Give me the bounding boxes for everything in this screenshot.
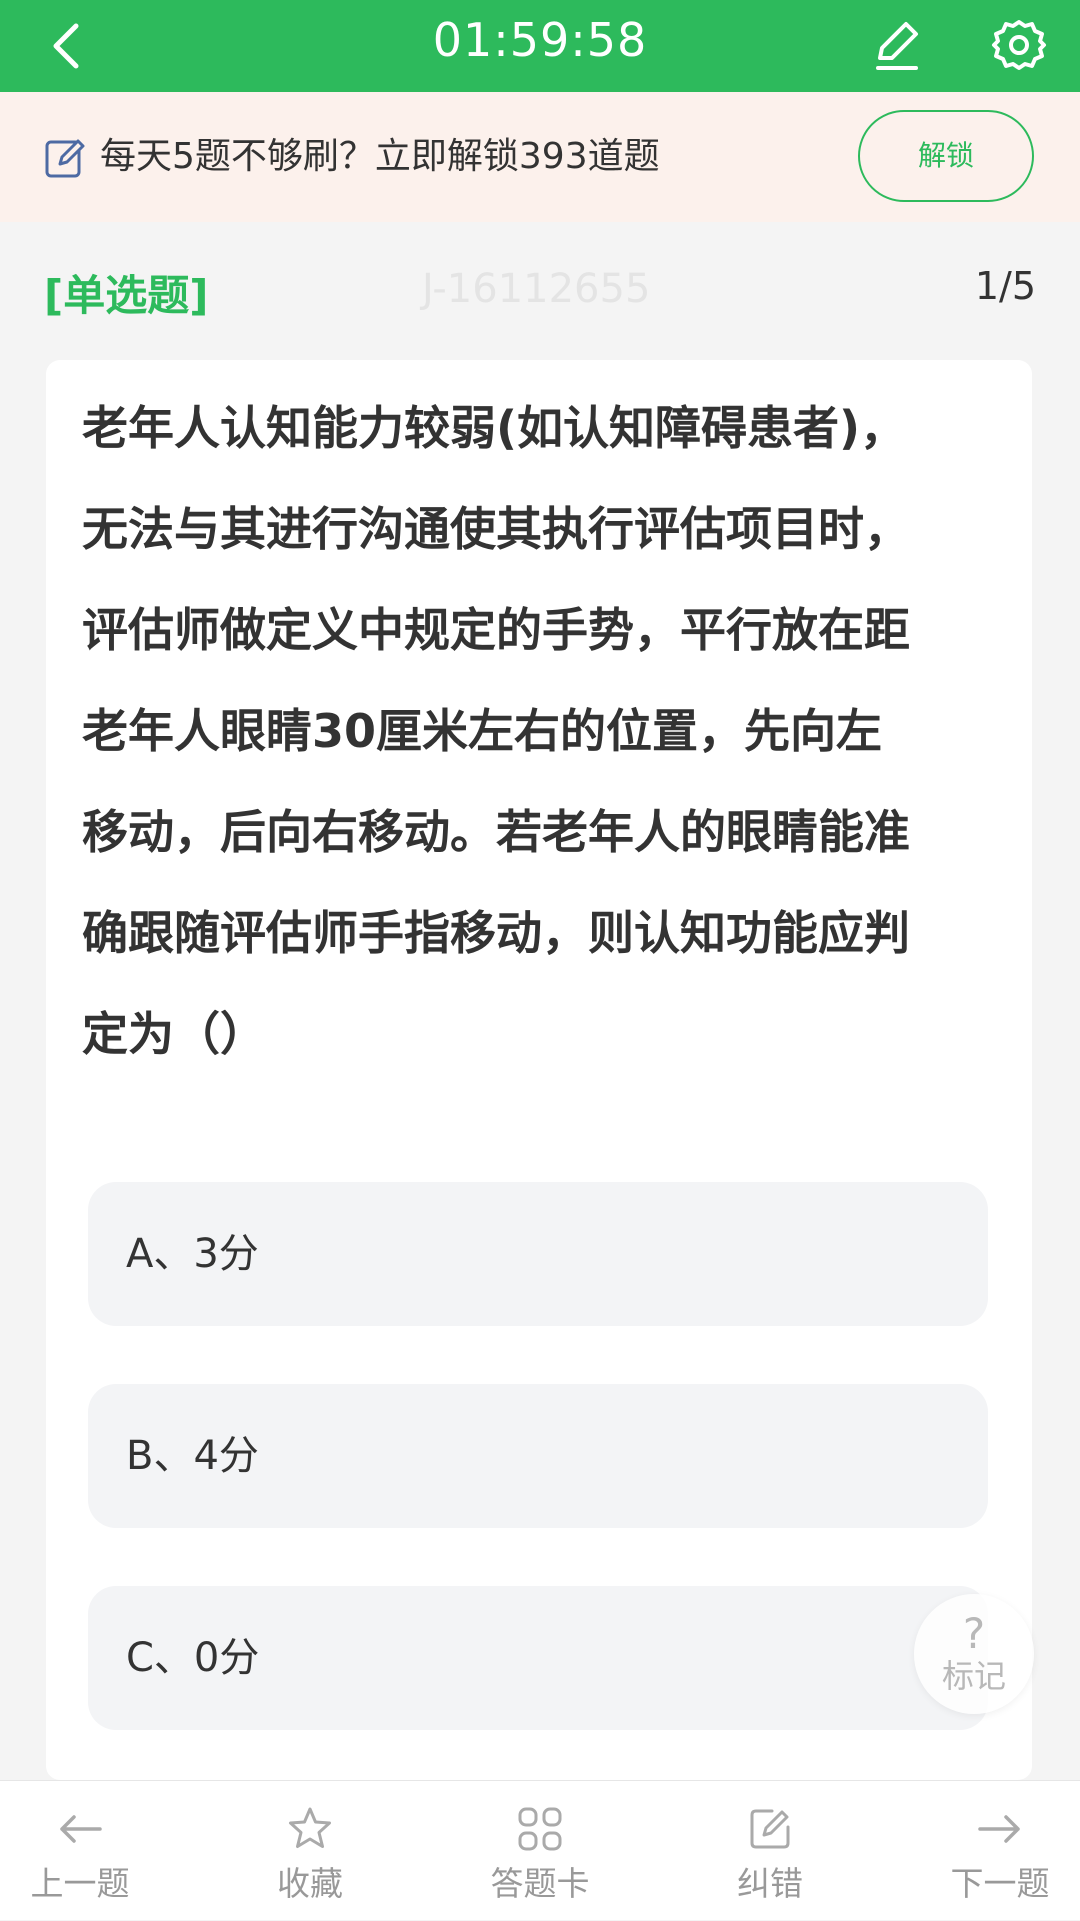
right-arrow-icon	[978, 1815, 1020, 1843]
left-arrow-icon	[60, 1815, 102, 1843]
favorite-button[interactable]: 收藏	[240, 1781, 380, 1921]
bottom-nav: 上一题 收藏 答题卡 纠错 下一题	[0, 1780, 1080, 1920]
stem-line: 确跟随评估师手指移动，则认知功能应判	[82, 906, 910, 960]
stem-line: 移动，后向右移动。若老年人的眼睛能准	[82, 805, 910, 859]
next-question-label: 下一题	[950, 1864, 1050, 1903]
star-icon	[289, 1807, 331, 1848]
stem-line: 评估师做定义中规定的手势，平行放在距	[82, 603, 910, 657]
edit-note-icon	[44, 136, 88, 180]
unlock-button[interactable]: 解锁	[858, 110, 1034, 202]
pencil-icon[interactable]	[868, 16, 926, 74]
prev-question-button[interactable]: 上一题	[10, 1781, 150, 1921]
answer-card-button[interactable]: 答题卡	[470, 1781, 610, 1921]
question-type-label: [单选题]	[44, 271, 209, 320]
question-meta: [单选题] J-16112655 1/5	[0, 262, 1080, 322]
gear-icon[interactable]	[990, 16, 1048, 74]
stem-line: 老年人眼睛30厘米左右的位置，先向左	[82, 704, 883, 758]
report-error-button[interactable]: 纠错	[700, 1781, 840, 1921]
grid-icon	[518, 1807, 562, 1851]
answer-card-label: 答题卡	[490, 1864, 590, 1903]
report-error-label: 纠错	[737, 1864, 803, 1903]
question-card: 老年人认知能力较弱(如认知障碍患者)， 无法与其进行沟通使其执行评估项目时， 评…	[46, 360, 1032, 1780]
next-question-button[interactable]: 下一题	[930, 1781, 1070, 1921]
stem-line: 无法与其进行沟通使其执行评估项目时，	[82, 502, 910, 556]
prev-question-label: 上一题	[30, 1864, 130, 1903]
option-a[interactable]: A、3分	[88, 1182, 988, 1326]
mark-button[interactable]: ? 标记	[914, 1594, 1034, 1714]
top-bar: 01:59:58	[0, 0, 1080, 92]
option-c[interactable]: C、0分	[88, 1586, 988, 1730]
edit-icon	[750, 1809, 790, 1849]
question-progress: 1/5	[974, 264, 1036, 308]
banner-text: 每天5题不够刷？立即解锁393道题	[100, 136, 660, 177]
question-id-watermark: J-16112655	[422, 266, 651, 312]
favorite-label: 收藏	[277, 1864, 343, 1903]
question-stem: 老年人认知能力较弱(如认知障碍患者)， 无法与其进行沟通使其执行评估项目时， 评…	[82, 378, 1002, 1085]
stem-line: 定为（）	[82, 1007, 266, 1061]
back-arrow-icon[interactable]	[40, 18, 96, 74]
option-b[interactable]: B、4分	[88, 1384, 988, 1528]
question-mark-icon: ?	[962, 1609, 986, 1658]
stem-line: 老年人认知能力较弱(如认知障碍患者)，	[82, 401, 907, 455]
mark-label: 标记	[941, 1657, 1006, 1695]
unlock-banner: 每天5题不够刷？立即解锁393道题 解锁	[0, 92, 1080, 222]
